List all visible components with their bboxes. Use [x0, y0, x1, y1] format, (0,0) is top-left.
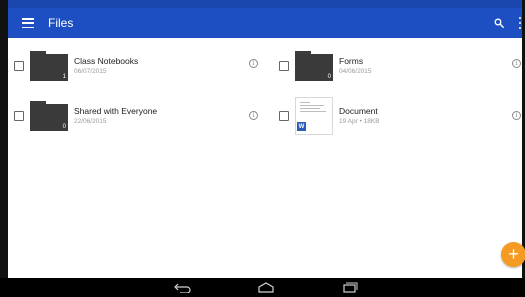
- select-checkbox[interactable]: [14, 61, 24, 71]
- info-icon[interactable]: i: [512, 111, 521, 120]
- item-name: Document: [339, 106, 378, 116]
- select-checkbox[interactable]: [279, 61, 289, 71]
- item-count: 0: [327, 74, 331, 80]
- more-vert-icon[interactable]: [518, 17, 522, 29]
- item-date: 04/06/2015: [339, 68, 372, 75]
- add-button[interactable]: +: [501, 242, 525, 267]
- back-icon[interactable]: [174, 282, 192, 293]
- list-item[interactable]: 1 Class Notebooks 06/07/2015: [14, 46, 138, 86]
- list-item[interactable]: 0 Shared with Everyone 22/06/2015: [14, 96, 157, 136]
- list-item[interactable]: W Document 19 Apr • 18KB: [279, 96, 380, 136]
- home-icon[interactable]: [257, 282, 275, 293]
- recents-icon[interactable]: [340, 282, 358, 293]
- item-name: Class Notebooks: [74, 56, 139, 66]
- folder-icon: 0: [295, 51, 333, 81]
- info-icon[interactable]: i: [512, 59, 521, 68]
- item-count: 1: [62, 74, 66, 80]
- select-checkbox[interactable]: [14, 111, 24, 121]
- document-thumbnail: W: [295, 97, 333, 135]
- app-bar: Files: [8, 8, 522, 38]
- folder-icon: 1: [30, 51, 68, 81]
- bezel-left: [0, 0, 8, 297]
- word-icon: W: [297, 122, 306, 131]
- info-icon[interactable]: i: [249, 111, 258, 120]
- item-name: Forms: [339, 56, 364, 66]
- item-date: 06/07/2015: [74, 68, 107, 75]
- app-title: Files: [48, 16, 74, 30]
- list-item[interactable]: 0 Forms 04/06/2015: [279, 46, 372, 86]
- item-name: Shared with Everyone: [74, 106, 158, 116]
- screen: Files 1 Class Notebooks 06/07/2015 i 0 F…: [0, 0, 525, 297]
- hamburger-menu-icon[interactable]: [22, 18, 34, 28]
- select-checkbox[interactable]: [279, 111, 289, 121]
- item-details: 19 Apr • 18KB: [339, 118, 380, 125]
- search-icon[interactable]: [494, 18, 504, 28]
- info-icon[interactable]: i: [249, 59, 258, 68]
- navigation-bar: [0, 278, 525, 297]
- item-count: 0: [62, 124, 66, 130]
- item-date: 22/06/2015: [74, 118, 107, 125]
- status-bar: [8, 0, 522, 8]
- folder-icon: 0: [30, 101, 68, 131]
